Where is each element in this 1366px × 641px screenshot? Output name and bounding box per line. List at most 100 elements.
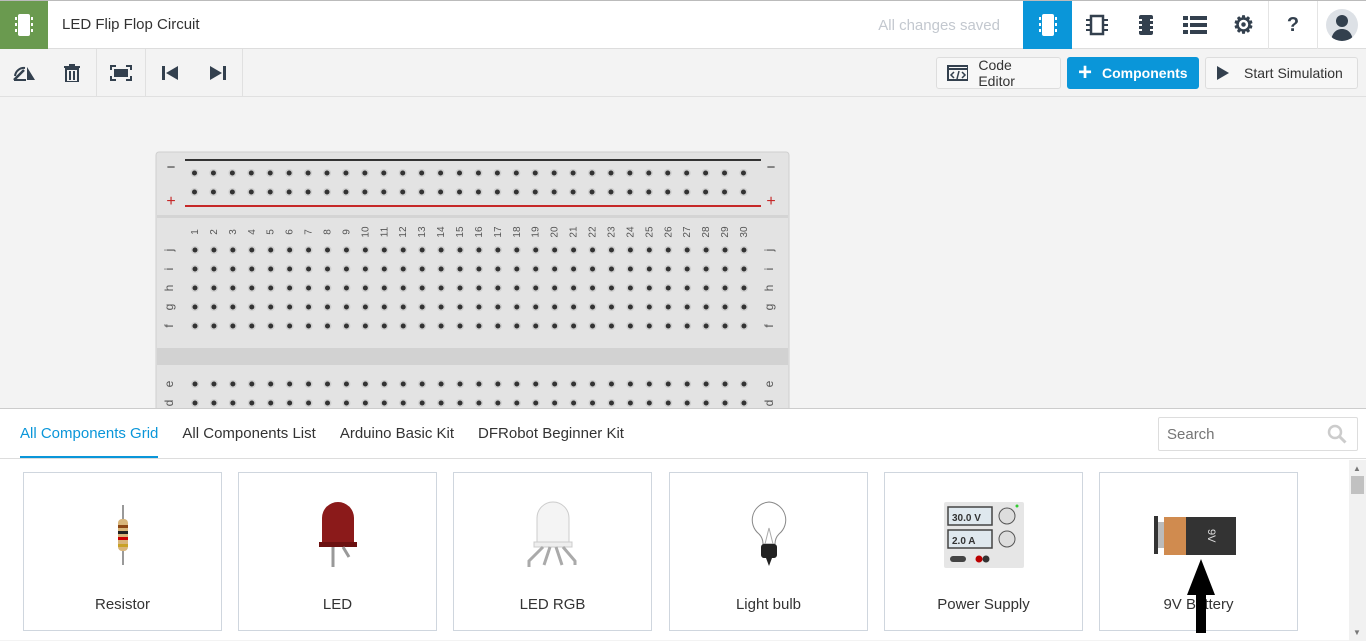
breadboard-hole <box>400 285 406 291</box>
breadboard-hole <box>192 323 198 329</box>
circuit-canvas[interactable]: − − + +1 2 3 4 5 6 7 8 9 10 11 12 13 14 15 16 17 18 19 20 21 22 2… <box>0 97 1366 408</box>
help-button[interactable]: ? <box>1268 1 1317 49</box>
breadboard-hole <box>268 323 274 329</box>
breadboard-hole <box>627 170 633 176</box>
breadboard-hole <box>665 247 671 253</box>
scrollbar[interactable]: ▲ ▼ <box>1349 460 1366 641</box>
redo-icon <box>210 66 226 80</box>
component-card-resistor[interactable]: Resistor <box>23 472 222 631</box>
column-number: 17 <box>493 226 504 238</box>
breadboard-hole <box>476 400 482 406</box>
breadboard-hole <box>438 247 444 253</box>
breadboard-hole <box>400 304 406 310</box>
breadboard-hole <box>192 266 198 272</box>
column-number: 21 <box>569 226 580 238</box>
circuit-view-icon <box>1038 14 1057 36</box>
breadboard-hole <box>229 189 235 195</box>
component-label: Resistor <box>94 596 150 613</box>
breadboard-hole <box>741 266 747 272</box>
column-number: 11 <box>379 226 390 237</box>
avatar <box>1326 9 1358 41</box>
fit-view-button[interactable] <box>97 49 145 97</box>
column-number: 5 <box>266 229 277 235</box>
breadboard-hole <box>287 323 293 329</box>
breadboard-hole <box>684 170 690 176</box>
search-icon[interactable] <box>1327 424 1347 444</box>
breadboard-hole <box>703 381 709 387</box>
code-editor-button[interactable]: Code Editor <box>936 57 1061 89</box>
project-title[interactable]: LED Flip Flop Circuit <box>62 16 200 33</box>
component-card-led[interactable]: LED <box>238 472 437 631</box>
breadboard-hole <box>513 170 519 176</box>
breadboard-hole <box>590 266 596 272</box>
components-button[interactable]: + Components <box>1067 57 1199 89</box>
tab-dfrobot-beginner-kit[interactable]: DFRobot Beginner Kit <box>478 425 624 458</box>
breadboard-hole <box>325 285 331 291</box>
component-card-power-supply[interactable]: 30.0 V 2.0 A Power Supply <box>884 472 1083 631</box>
breadboard-hole <box>552 304 558 310</box>
breadboard-hole <box>362 170 368 176</box>
column-number: 6 <box>285 229 296 235</box>
breadboard-hole <box>684 285 690 291</box>
breadboard-hole <box>324 170 330 176</box>
redo-button[interactable] <box>194 49 242 97</box>
user-menu[interactable] <box>1317 1 1366 49</box>
breadboard-hole <box>305 189 311 195</box>
breadboard-hole <box>381 400 387 406</box>
breadboard-hole <box>495 247 501 253</box>
column-number: 8 <box>323 229 334 235</box>
breadboard-hole <box>722 285 728 291</box>
breadboard-hole <box>362 285 368 291</box>
led-rgb-icon <box>527 501 576 567</box>
center-channel <box>157 348 788 365</box>
undo-button[interactable] <box>146 49 194 97</box>
breadboard-hole <box>267 170 273 176</box>
breadboard-hole <box>438 170 444 176</box>
breadboard-hole <box>230 381 236 387</box>
breadboard-hole <box>381 247 387 253</box>
tab-arduino-basic-kit[interactable]: Arduino Basic Kit <box>340 425 454 458</box>
breadboard-hole <box>438 285 444 291</box>
scrollbar-thumb[interactable] <box>1351 476 1364 494</box>
breadboard-hole <box>571 400 577 406</box>
breadboard-hole <box>627 285 633 291</box>
breadboard-hole <box>494 170 500 176</box>
breadboard-hole <box>532 170 538 176</box>
svg-text:9V: 9V <box>1205 529 1217 543</box>
start-simulation-button[interactable]: Start Simulation <box>1205 57 1358 89</box>
breadboard-hole <box>646 285 652 291</box>
component-card-9v-battery[interactable]: 9V 9V Battery <box>1099 472 1298 633</box>
delete-button[interactable] <box>48 49 96 97</box>
scroll-up-icon[interactable]: ▲ <box>1353 464 1361 473</box>
tab-all-components-grid[interactable]: All Components Grid <box>20 425 159 458</box>
breadboard-hole <box>211 323 217 329</box>
component-card-light-bulb[interactable]: Light bulb <box>669 472 868 631</box>
breadboard[interactable]: − −+ +1 2 3 4 5 6 7 8 9 10 11 12 13 14 15 16 17 18 19 20 21 22 2… <box>0 97 1366 408</box>
breadboard-hole <box>325 247 331 253</box>
breadboard-hole <box>570 189 576 195</box>
breadboard-hole <box>211 247 217 253</box>
breadboard-hole <box>703 400 709 406</box>
start-simulation-label: Start Simulation <box>1244 65 1343 81</box>
column-number: 19 <box>531 226 542 238</box>
breadboard-hole <box>267 189 273 195</box>
gear-icon: ⚙ <box>1232 11 1255 39</box>
component-list-button[interactable] <box>1121 1 1170 49</box>
circuit-view-button[interactable] <box>1023 1 1072 49</box>
schematic-view-button[interactable] <box>1072 1 1121 49</box>
list-button[interactable] <box>1170 1 1219 49</box>
rotate-button[interactable] <box>0 49 48 97</box>
scroll-down-icon[interactable]: ▼ <box>1353 628 1361 637</box>
settings-button[interactable]: ⚙ <box>1219 1 1268 49</box>
breadboard-hole <box>476 247 482 253</box>
breadboard-hole <box>646 323 652 329</box>
breadboard-hole <box>646 189 652 195</box>
breadboard-hole <box>419 247 425 253</box>
app-logo[interactable] <box>0 1 48 49</box>
breadboard-hole <box>381 170 387 176</box>
fit-view-icon <box>110 65 132 81</box>
tab-all-components-list[interactable]: All Components List <box>182 425 315 458</box>
component-card-led-rgb[interactable]: LED RGB <box>453 472 652 631</box>
breadboard-hole <box>627 304 633 310</box>
column-number: 23 <box>606 226 617 238</box>
